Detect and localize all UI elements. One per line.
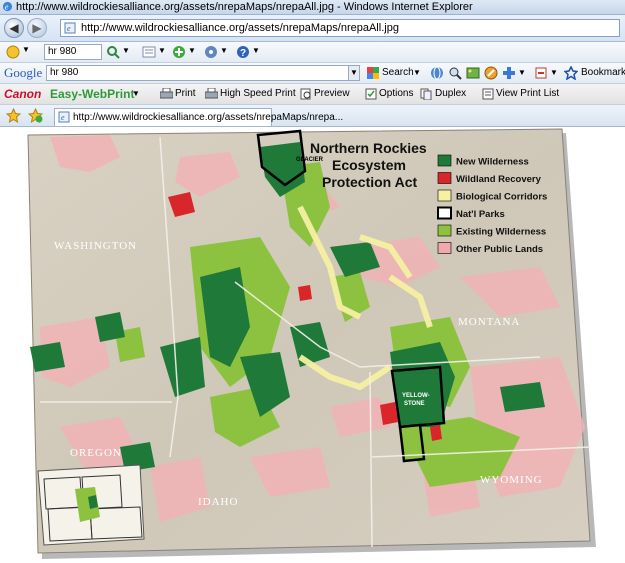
- svg-text:e: e: [5, 2, 9, 11]
- internet-explorer-icon: e: [2, 1, 13, 11]
- favorites-star-icon[interactable]: [6, 108, 21, 123]
- chevron-down-icon[interactable]: ▼: [220, 46, 228, 55]
- page-content: WASHINGTON MONTANA OREGON IDAHO WYOMING …: [0, 127, 625, 563]
- page-icon: e: [64, 22, 76, 34]
- map-title-line-3: Protection Act: [322, 174, 417, 190]
- legend-label: Existing Wilderness: [456, 227, 546, 238]
- preview-icon: [300, 88, 311, 100]
- state-label-montana: MONTANA: [458, 316, 520, 328]
- chevron-down-icon[interactable]: ▼: [22, 45, 30, 54]
- search-icon[interactable]: [106, 45, 120, 59]
- print-button[interactable]: Print: [175, 84, 196, 104]
- svg-text:?: ?: [240, 48, 246, 59]
- legend-swatch: [437, 206, 452, 220]
- state-label-washington: WASHINGTON: [54, 240, 137, 252]
- legend-swatch: [437, 224, 452, 237]
- print-list-icon: [482, 88, 494, 100]
- preview-button[interactable]: Preview: [314, 84, 350, 104]
- window-title-bar: e http://www.wildrockiesalliance.org/ass…: [0, 0, 625, 15]
- options-button[interactable]: Options: [379, 84, 413, 104]
- yellowstone-label-1: YELLOW-: [402, 393, 430, 399]
- plus-icon[interactable]: [502, 66, 516, 80]
- easy-webprint-logo: Easy-WebPrint: [50, 87, 135, 101]
- legend-swatch: [437, 154, 452, 167]
- address-toolbar: ◀ ▶ e http://www.wildrockiesalliance.org…: [0, 15, 625, 42]
- chevron-down-icon[interactable]: ▼: [132, 89, 140, 98]
- toolbar-search-input[interactable]: hr 980: [44, 44, 102, 60]
- duplex-button[interactable]: Duplex: [435, 84, 466, 104]
- chevron-down-icon[interactable]: ▼: [188, 46, 196, 55]
- chevron-down-icon[interactable]: ▼: [550, 68, 558, 77]
- bookmarks-button[interactable]: Bookmarks: [581, 63, 625, 83]
- svg-text:e: e: [61, 113, 65, 122]
- command-toolbar: ▼ hr 980 ▼ ▼ ▼ ▼ ? ▼: [0, 42, 625, 63]
- tab-active[interactable]: e http://www.wildrockiesalliance.org/ass…: [54, 108, 343, 126]
- legend-label: Wildland Recovery: [456, 174, 542, 185]
- chevron-down-icon[interactable]: ▼: [413, 68, 421, 77]
- high-speed-print-button[interactable]: High Speed Print: [220, 84, 296, 104]
- google-search-button[interactable]: Search: [382, 63, 414, 83]
- canon-toolbar: Canon Easy-WebPrint ▼ Print High Speed P…: [0, 84, 625, 105]
- tools-icon[interactable]: [204, 45, 218, 59]
- legend-swatch: [437, 189, 452, 202]
- legend-label: Nat'l Parks: [456, 209, 505, 220]
- svg-text:e: e: [67, 24, 71, 33]
- star-icon: [564, 66, 578, 80]
- forward-button[interactable]: ▶: [27, 18, 47, 38]
- add-favorite-icon[interactable]: [28, 108, 43, 123]
- favorites-dropdown-icon[interactable]: [6, 45, 20, 59]
- globe-icon[interactable]: [430, 66, 444, 80]
- view-print-list-button[interactable]: View Print List: [496, 84, 559, 104]
- high-speed-printer-icon: [205, 88, 218, 99]
- chevron-down-icon[interactable]: ▼: [158, 46, 166, 55]
- back-button[interactable]: ◀: [4, 18, 24, 38]
- add-icon[interactable]: [172, 45, 186, 59]
- state-label-wyoming: WYOMING: [480, 474, 543, 486]
- chevron-down-icon[interactable]: ▼: [518, 68, 526, 77]
- compass-icon[interactable]: [484, 66, 498, 80]
- legend-label: Other Public Lands: [456, 244, 543, 255]
- legend-label: New Wilderness: [456, 157, 529, 168]
- legend-swatch: [437, 242, 452, 254]
- state-label-idaho: IDAHO: [198, 496, 238, 508]
- legend-swatch: [437, 172, 452, 184]
- options-icon: [365, 88, 377, 100]
- nrepa-map-image[interactable]: WASHINGTON MONTANA OREGON IDAHO WYOMING …: [0, 127, 625, 563]
- google-toolbar: Google hr 980 ▼ Search ▼ ▼ ▼ Bookmarks: [0, 63, 625, 84]
- address-field[interactable]: e http://www.wildrockiesalliance.org/ass…: [60, 19, 620, 37]
- map-title-line-2: Ecosystem: [332, 157, 406, 173]
- google-logo: Google: [4, 65, 43, 80]
- yellowstone-label-2: STONE: [404, 401, 425, 407]
- state-label-oregon: OREGON: [70, 447, 122, 459]
- address-url: http://www.wildrockiesalliance.org/asset…: [81, 22, 399, 34]
- image-icon[interactable]: [466, 66, 480, 80]
- google-search-dropdown[interactable]: ▼: [348, 65, 360, 81]
- magnifier-icon[interactable]: [448, 66, 462, 80]
- duplex-icon: [420, 88, 432, 100]
- help-icon[interactable]: ?: [236, 45, 250, 59]
- window-title: http://www.wildrockiesalliance.org/asset…: [16, 1, 473, 13]
- google-search-input[interactable]: hr 980: [46, 65, 358, 81]
- map-title-line-1: Northern Rockies: [310, 140, 427, 156]
- google-search-icon: [367, 67, 379, 79]
- inset-locator-map: [37, 464, 145, 546]
- page-icon: e: [58, 111, 70, 123]
- page-options-icon[interactable]: [142, 45, 156, 59]
- canon-logo: Canon: [4, 87, 42, 101]
- settings-icon[interactable]: [534, 66, 548, 80]
- chevron-down-icon[interactable]: ▼: [122, 46, 130, 55]
- printer-icon: [160, 88, 173, 99]
- legend-label: Biological Corridors: [456, 192, 547, 203]
- glacier-label: GLACIER: [296, 157, 324, 163]
- tab-title: http://www.wildrockiesalliance.org/asset…: [73, 112, 344, 123]
- chevron-down-icon[interactable]: ▼: [252, 46, 260, 55]
